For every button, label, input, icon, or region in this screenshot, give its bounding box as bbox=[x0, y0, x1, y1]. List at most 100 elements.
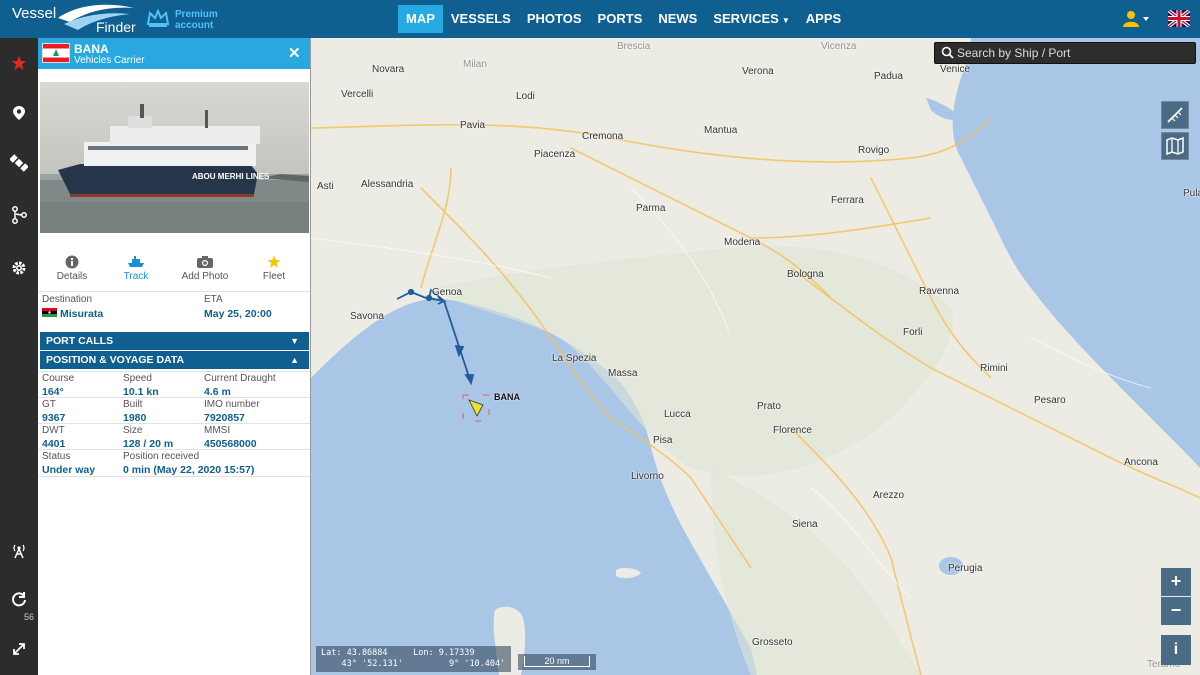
longitude-value: Lon: 9.17339 bbox=[413, 648, 475, 658]
language-uk-flag-icon[interactable] bbox=[1166, 8, 1192, 29]
port-calls-section[interactable]: PORT CALLS ▼ bbox=[40, 332, 309, 350]
tab-details[interactable]: Details bbox=[38, 250, 106, 290]
city-label: Arezzo bbox=[873, 490, 905, 501]
voyage-data-label: POSITION & VOYAGE DATA bbox=[46, 354, 185, 366]
city-label: Massa bbox=[608, 368, 638, 379]
cursor-coordinates: Lat: 43.86884 Lon: 9.17339 43° '52.131' … bbox=[316, 646, 511, 672]
city-label: Pesaro bbox=[1034, 395, 1066, 406]
map-canvas[interactable]: Brescia Vicenza Novara Milan Verona Padu… bbox=[311, 38, 1200, 675]
city-label: Pavia bbox=[460, 120, 486, 131]
user-icon bbox=[1123, 11, 1149, 27]
size-label: Size bbox=[123, 425, 143, 436]
my-fleet-star-icon[interactable] bbox=[0, 44, 38, 82]
zoom-out-button[interactable]: − bbox=[1161, 597, 1191, 625]
close-icon[interactable]: ✕ bbox=[288, 44, 301, 62]
location-pin-icon[interactable] bbox=[0, 94, 38, 132]
libya-flag-icon bbox=[42, 308, 57, 317]
tab-fleet[interactable]: Fleet bbox=[240, 250, 308, 290]
nav-services[interactable]: SERVICES ▼ bbox=[705, 5, 797, 33]
city-label: Bologna bbox=[787, 269, 824, 280]
route-icon[interactable] bbox=[0, 196, 38, 234]
voyage-row-1: Course Speed Current Draught 164° 10.1 k… bbox=[38, 371, 310, 398]
city-label: Prato bbox=[757, 401, 781, 412]
tab-add-photo[interactable]: Add Photo bbox=[171, 250, 239, 290]
crown-icon bbox=[146, 8, 170, 27]
eta-value: May 25, 20:00 bbox=[204, 308, 272, 320]
port-calls-label: PORT CALLS bbox=[46, 335, 114, 347]
ship-photo-hull-text: ABOU MERHI LINES bbox=[192, 172, 270, 181]
voyage-row-3: DWT Size MMSI 4401 128 / 20 m 450568000 bbox=[38, 423, 310, 450]
map-scale: 20 nm bbox=[518, 654, 596, 670]
vesselfinder-logo[interactable]: Vessel Finder bbox=[8, 2, 140, 36]
top-navigation-bar: Vessel Finder Premium account MAP VESSEL… bbox=[0, 0, 1200, 38]
destination-link[interactable]: Misurata bbox=[60, 308, 103, 320]
city-label: Perugia bbox=[948, 563, 983, 574]
ship-name: BANA bbox=[74, 42, 109, 56]
nav-vessels[interactable]: VESSELS bbox=[443, 5, 519, 33]
ship-port-search[interactable] bbox=[934, 42, 1196, 64]
eta-label: ETA bbox=[204, 294, 223, 305]
left-toolbar: 56 bbox=[0, 38, 38, 675]
status-value: Under way bbox=[42, 464, 96, 476]
camera-icon bbox=[197, 256, 213, 268]
main-nav: MAP VESSELS PHOTOS PORTS NEWS SERVICES ▼ … bbox=[398, 5, 849, 33]
dwt-label: DWT bbox=[42, 425, 65, 436]
ship-details-panel: BANA Vehicles Carrier ✕ ABOU MERHI LINES bbox=[38, 38, 311, 675]
ship-panel-header: BANA Vehicles Carrier ✕ bbox=[38, 38, 310, 69]
city-label: Rovigo bbox=[858, 145, 890, 156]
city-label: Padua bbox=[874, 71, 903, 82]
latitude-value: Lat: 43.86884 bbox=[321, 648, 388, 658]
gt-label: GT bbox=[42, 399, 56, 410]
measure-distance-icon[interactable] bbox=[1161, 101, 1189, 129]
voyage-data-section[interactable]: POSITION & VOYAGE DATA ▲ bbox=[40, 351, 309, 369]
built-label: Built bbox=[123, 399, 143, 410]
voyage-row-2: GT Built IMO number 9367 1980 7920857 bbox=[38, 397, 310, 424]
map-info-button[interactable]: i bbox=[1161, 635, 1191, 665]
antenna-icon[interactable] bbox=[0, 532, 38, 570]
imo-label: IMO number bbox=[204, 399, 260, 410]
gear-icon[interactable] bbox=[0, 249, 38, 287]
user-menu-button[interactable] bbox=[1122, 10, 1152, 28]
city-label: Grosseto bbox=[752, 637, 793, 648]
city-label: Forli bbox=[903, 327, 923, 338]
expand-icon[interactable] bbox=[0, 630, 38, 668]
premium-label: Premium bbox=[175, 9, 218, 20]
star-icon bbox=[267, 255, 281, 268]
tab-add-photo-label: Add Photo bbox=[181, 271, 229, 282]
scale-bar-label: 20 nm bbox=[524, 656, 590, 667]
nav-ports[interactable]: PORTS bbox=[590, 5, 651, 33]
position-received-label: Position received bbox=[123, 451, 200, 462]
draught-label: Current Draught bbox=[204, 373, 276, 384]
city-label: Lucca bbox=[664, 409, 691, 420]
city-label: La Spezia bbox=[552, 353, 597, 364]
nav-photos[interactable]: PHOTOS bbox=[519, 5, 590, 33]
logo-text-vessel: Vessel bbox=[12, 5, 57, 22]
tab-track-label: Track bbox=[123, 271, 149, 282]
destination-label: Destination bbox=[42, 294, 93, 305]
city-label: Florence bbox=[773, 425, 812, 436]
city-label: Cremona bbox=[582, 131, 624, 142]
city-label: Asti bbox=[317, 181, 334, 192]
city-label: Ferrara bbox=[831, 195, 864, 206]
tab-track[interactable]: Track bbox=[102, 250, 170, 290]
satellite-icon[interactable] bbox=[0, 144, 38, 182]
nav-map[interactable]: MAP bbox=[398, 5, 443, 33]
search-input[interactable] bbox=[957, 45, 1187, 61]
ship-photo[interactable]: ABOU MERHI LINES bbox=[40, 82, 309, 233]
ship-map-label[interactable]: BANA bbox=[494, 392, 520, 402]
nav-news[interactable]: NEWS bbox=[650, 5, 705, 33]
status-label: Status bbox=[42, 451, 71, 462]
city-label: Siena bbox=[792, 519, 818, 530]
track-ship-icon bbox=[128, 256, 144, 267]
course-label: Course bbox=[42, 373, 75, 384]
city-label: Mantua bbox=[704, 125, 738, 136]
city-label: Brescia bbox=[617, 41, 651, 52]
city-label: Venice bbox=[940, 64, 971, 75]
zoom-in-button[interactable]: + bbox=[1161, 568, 1191, 596]
nav-apps[interactable]: APPS bbox=[798, 5, 849, 33]
tab-details-label: Details bbox=[56, 271, 88, 282]
info-icon bbox=[65, 255, 79, 269]
map-base-layer bbox=[311, 38, 1200, 675]
city-label: Parma bbox=[636, 203, 666, 214]
map-layers-icon[interactable] bbox=[1161, 132, 1189, 160]
